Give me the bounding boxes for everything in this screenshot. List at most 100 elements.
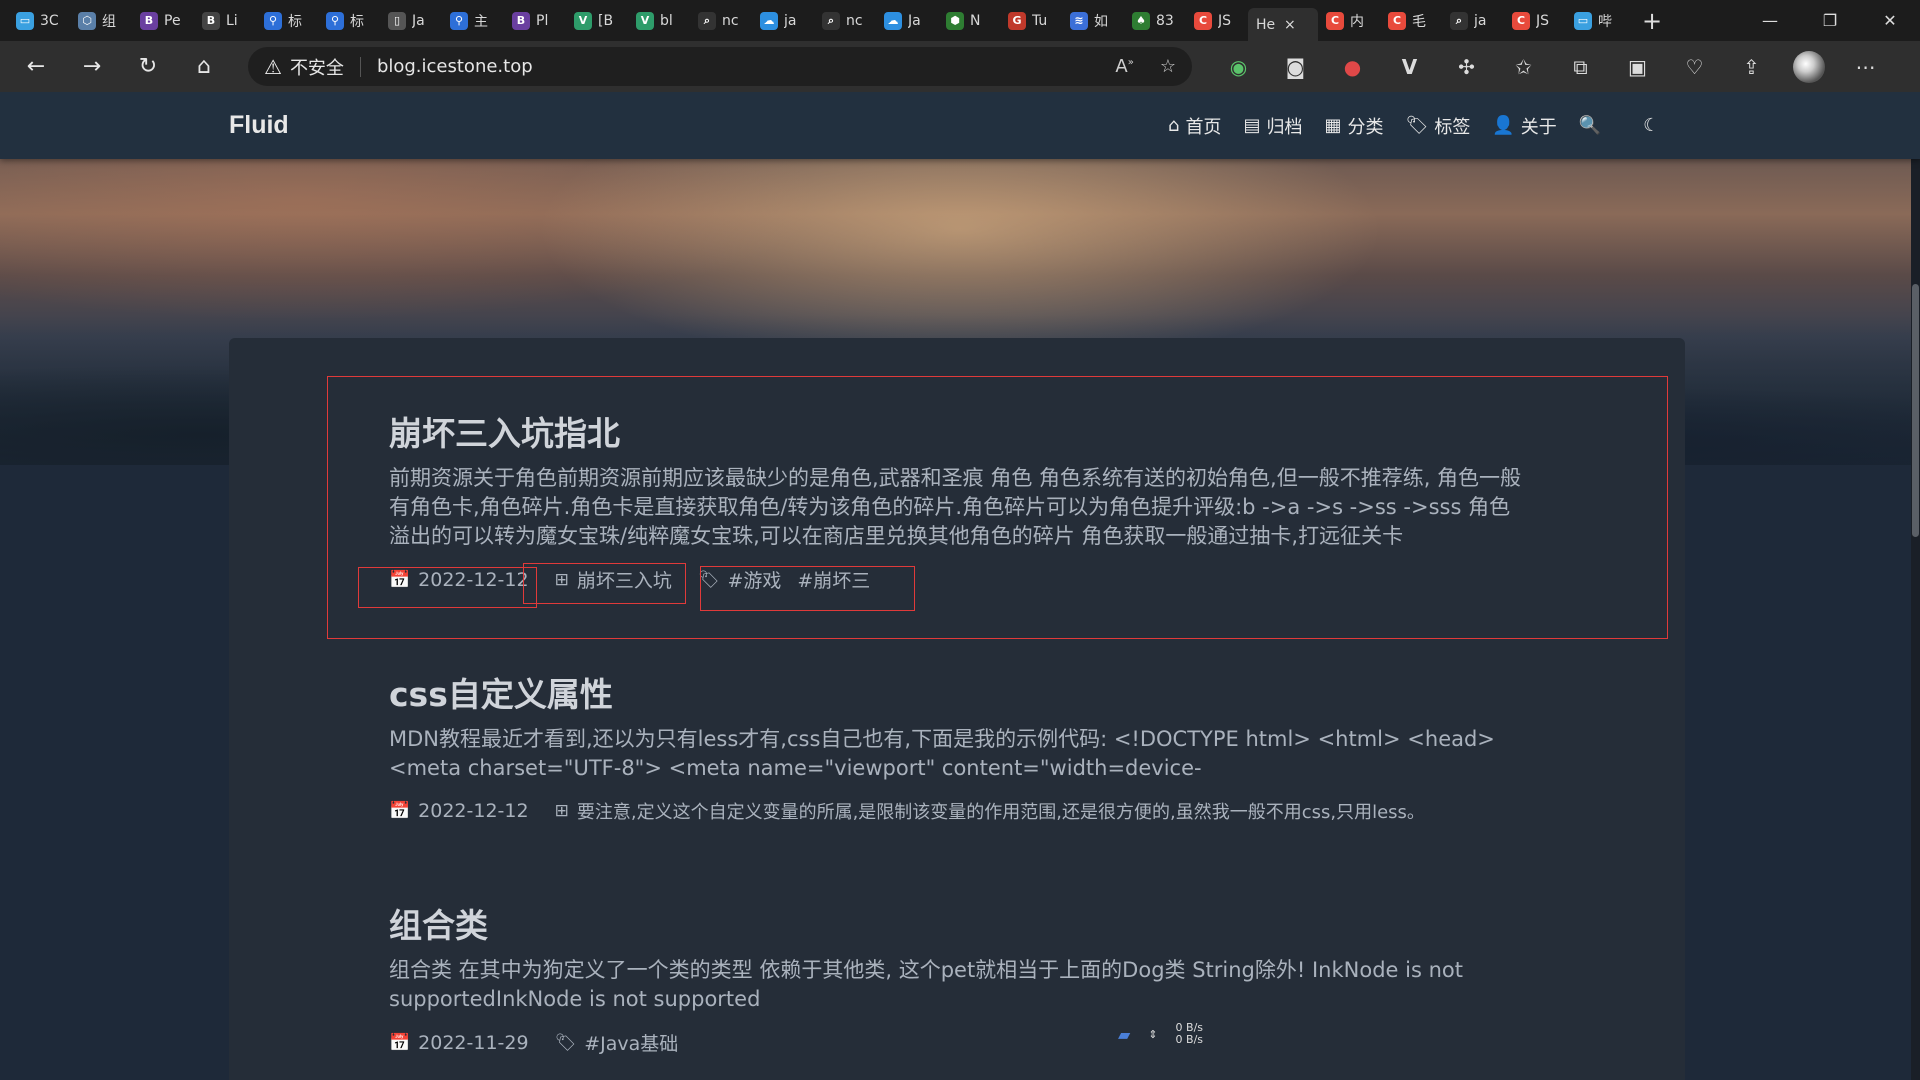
browser-tab[interactable]: ⚲ 标 <box>318 4 380 37</box>
browser-tab[interactable]: C内 <box>1318 4 1380 37</box>
extension-santa-icon[interactable]: ● <box>1324 55 1381 79</box>
share-icon[interactable]: ⇪ <box>1723 55 1780 79</box>
url-text[interactable]: blog.icestone.top <box>377 56 533 77</box>
b-icon: B <box>140 11 158 30</box>
nav-link[interactable]: ▤ 归档 <box>1243 113 1302 139</box>
vue-icon: V <box>636 11 654 30</box>
security-status[interactable]: 不安全 <box>290 54 344 80</box>
post-excerpt[interactable]: MDN教程最近才看到,还以为只有less才有,css自己也有,下面是我的示例代码… <box>389 725 1529 783</box>
tab-label: nc <box>846 12 863 29</box>
browser-tab[interactable]: V [B <box>566 4 628 37</box>
add-favorite-icon[interactable]: ☆ <box>1160 56 1176 77</box>
g-icon: G <box>1008 11 1026 30</box>
scrollbar-thumb[interactable] <box>1912 284 1919 537</box>
browser-tab[interactable]: ☁ ja <box>752 4 814 37</box>
nav-link[interactable]: 👤 关于 <box>1492 113 1556 139</box>
site-navbar: Fluid ⌂ 首页 ▤ 归档 ▦ 分类 🏷 标签 👤 关于 🔍 ☾ <box>0 92 1920 159</box>
browser-tab[interactable]: ⌕ nc <box>690 4 752 37</box>
tab-label: He <box>1256 16 1276 33</box>
csdn-icon: C <box>1512 11 1530 30</box>
browser-tab[interactable]: ▭ 哔 <box>1566 4 1628 37</box>
tag-link[interactable]: #Java基础 <box>584 1029 678 1056</box>
vue-icon: V <box>574 11 592 30</box>
warning-icon[interactable]: ⚠ <box>264 55 282 79</box>
post-title[interactable]: css自定义属性 <box>389 668 613 716</box>
post-title[interactable]: 组合类 <box>389 899 488 947</box>
doc-icon: ▯ <box>388 11 406 30</box>
bilibili-icon: ▭ <box>16 11 34 30</box>
browser-tab[interactable]: ⌕ ja <box>1442 4 1504 37</box>
bilibili-icon: ▭ <box>1574 11 1592 30</box>
minimize-button[interactable]: — <box>1740 0 1800 41</box>
search-icon[interactable]: 🔍 <box>1579 115 1601 136</box>
browser-tab[interactable]: ☁ Ja <box>876 4 938 37</box>
address-bar[interactable]: ⚠ 不安全 blog.icestone.top A» ☆ <box>248 47 1192 86</box>
post-excerpt[interactable]: 组合类 在其中为狗定义了一个类的类型 依赖于其他类, 这个pet就相当于上面的D… <box>389 956 1529 1014</box>
close-tab-icon[interactable]: × <box>1284 17 1296 33</box>
browser-tab[interactable]: B Pl <box>504 4 566 37</box>
leaf-icon: ♠ <box>1132 11 1150 30</box>
extension-globe-icon[interactable]: ◉ <box>1210 55 1267 79</box>
category-text[interactable]: 要注意,定义这个自定义变量的所属,是限制该变量的作用范围,还是很方便的,虽然我一… <box>577 798 1425 824</box>
screenshot-icon[interactable]: ▣ <box>1609 55 1666 79</box>
collections-icon[interactable]: ⧉ <box>1552 55 1609 79</box>
browser-tab-active[interactable]: He × <box>1248 8 1318 41</box>
profile-avatar[interactable] <box>1780 51 1837 83</box>
tab-label: Pe <box>164 12 181 29</box>
post-category[interactable]: ⊞ 要注意,定义这个自定义变量的所属,是限制该变量的作用范围,还是很方便的,虽然… <box>555 798 1425 824</box>
tags-icon: 🏷 <box>1405 115 1429 136</box>
home-icon: ⌂ <box>1168 115 1180 136</box>
browser-tab[interactable]: ▭ 3C <box>8 4 70 37</box>
nav-link[interactable]: ▦ 分类 <box>1324 113 1383 139</box>
browser-tab[interactable]: C毛 <box>1380 4 1442 37</box>
browser-tab[interactable]: ⬡ 组 <box>70 4 132 37</box>
divider <box>359 56 361 77</box>
highlight-box-category <box>523 563 686 604</box>
nav-link-label: 分类 <box>1347 116 1384 138</box>
extensions-puzzle-icon[interactable]: ✣ <box>1438 55 1495 79</box>
back-button[interactable]: ← <box>8 47 64 87</box>
browser-essentials-icon[interactable]: ♡ <box>1666 55 1723 79</box>
browser-tab[interactable]: ⌕ nc <box>814 4 876 37</box>
site-brand[interactable]: Fluid <box>229 111 289 140</box>
browser-tab[interactable]: G Tu <box>1000 4 1062 37</box>
browser-toolbar: ← → ↻ ⌂ ⚠ 不安全 blog.icestone.top A» ☆ ◉ ◙… <box>0 41 1920 92</box>
archive-icon: ▤ <box>1243 115 1261 136</box>
nav-link[interactable]: 🏷 标签 <box>1405 113 1470 139</box>
page-scrollbar[interactable] <box>1911 92 1920 1080</box>
tab-label: ja <box>784 12 797 29</box>
read-aloud-icon[interactable]: A» <box>1115 56 1133 77</box>
reload-button[interactable]: ↻ <box>120 47 176 87</box>
forward-button[interactable]: → <box>64 47 120 87</box>
browser-tab[interactable]: B Li <box>194 4 256 37</box>
more-menu-icon[interactable]: ⋯ <box>1837 55 1894 79</box>
expand-icon[interactable]: ⇕ <box>1148 1028 1157 1041</box>
browser-tab[interactable]: B Pe <box>132 4 194 37</box>
browser-tab[interactable]: ▯ Ja <box>380 4 442 37</box>
download-rate: 0 B/s <box>1175 1033 1204 1046</box>
extension-glasses-icon[interactable]: ◙ <box>1267 55 1324 79</box>
calendar-icon: 📅 <box>389 801 411 821</box>
browser-tab[interactable]: ♠ 83 <box>1124 4 1186 37</box>
cloud-icon: ☁ <box>760 11 778 30</box>
browser-tab[interactable]: ⚲ 标 <box>256 4 318 37</box>
tag-icon: 🏷 <box>554 1032 577 1053</box>
rocket-icon: ⚲ <box>326 11 344 30</box>
net-rates: 0 B/s 0 B/s <box>1176 1022 1203 1046</box>
nav-link[interactable]: ⌂ 首页 <box>1168 113 1221 139</box>
browser-tab[interactable]: C JS <box>1186 4 1248 37</box>
browser-tab[interactable]: C JS <box>1504 4 1566 37</box>
restore-button[interactable]: ❐ <box>1800 0 1860 41</box>
browser-tab[interactable]: Vbl <box>628 4 690 37</box>
browser-tab[interactable]: ≋ 如 <box>1062 4 1124 37</box>
tab-label: 毛 <box>1412 13 1426 30</box>
new-tab-button[interactable]: + <box>1628 7 1676 35</box>
dark-mode-toggle-icon[interactable]: ☾ <box>1643 115 1659 136</box>
tab-label: Tu <box>1032 12 1048 29</box>
browser-tab[interactable]: ⚲ 主 <box>442 4 504 37</box>
browser-tab[interactable]: ⬢ N <box>938 4 1000 37</box>
extension-v-icon[interactable]: V <box>1381 55 1438 79</box>
favorites-icon[interactable]: ✩ <box>1495 55 1552 79</box>
home-button[interactable]: ⌂ <box>176 47 232 87</box>
close-window-button[interactable]: ✕ <box>1860 0 1920 41</box>
